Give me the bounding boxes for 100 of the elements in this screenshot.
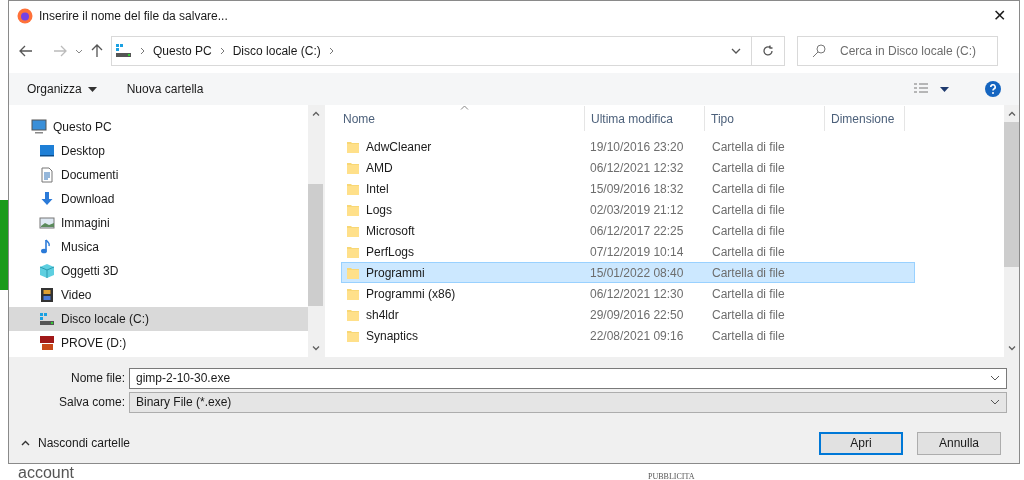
filename-combobox[interactable]: gimp-2-10-30.exe	[129, 367, 1007, 389]
column-header[interactable]: Tipo	[705, 106, 825, 131]
table-cell-text: 02/03/2019 21:12	[589, 201, 685, 219]
open-button[interactable]: Apri	[819, 431, 903, 455]
table-cell-text: Cartella di file	[711, 201, 786, 219]
nav-item[interactable]: Documenti	[9, 163, 308, 187]
scrollbar[interactable]	[308, 105, 323, 357]
browser-logo-icon	[17, 8, 33, 24]
chevron-right-icon	[328, 47, 334, 55]
search-field[interactable]: Cerca in Disco locale (C:)	[797, 36, 998, 66]
scroll-thumb[interactable]	[308, 184, 323, 306]
chevron-right-icon	[140, 47, 145, 55]
help-icon[interactable]	[985, 81, 1001, 97]
file-row[interactable]: Microsoft 06/12/2017 22:25 Cartella di file	[341, 220, 915, 241]
table-cell-text: Cartella di file	[711, 138, 786, 156]
folder-icon	[346, 223, 360, 238]
table-cell-text: Cartella di file	[711, 327, 786, 345]
computer-icon	[31, 119, 47, 135]
column-header[interactable]: Ultima modifica	[585, 106, 705, 131]
nav-item[interactable]: PROVE (D:)	[9, 331, 308, 355]
file-type-dropdown[interactable]: Binary File (*.exe)	[129, 391, 1007, 413]
file-name: Microsoft	[366, 222, 415, 240]
file-name: Programmi (x86)	[366, 285, 456, 303]
table-cell-text: 15/01/2022 08:40	[589, 264, 685, 282]
file-name: AMD	[366, 159, 393, 177]
cancel-button[interactable]: Annulla	[917, 431, 1001, 455]
folder-icon	[346, 286, 360, 301]
column-header[interactable]: Nome	[325, 106, 585, 131]
file-row[interactable]: Programmi 15/01/2022 08:40 Cartella di file	[341, 262, 915, 283]
scroll-thumb[interactable]	[1004, 122, 1019, 267]
close-button[interactable]: ✕	[979, 1, 1019, 31]
nav-item[interactable]: Disco locale (C:)	[9, 307, 308, 331]
film-strip-icon	[39, 287, 55, 303]
back-arrow-icon[interactable]	[19, 45, 33, 57]
field-label: Nome file:	[69, 370, 126, 387]
table-cell-text: 29/09/2016 22:50	[589, 306, 685, 324]
file-name: sh4ldr	[366, 306, 399, 324]
file-row[interactable]: Logs 02/03/2019 21:12 Cartella di file	[341, 199, 915, 220]
table-cell-text: 07/12/2019 10:14	[589, 243, 685, 261]
address-bar[interactable]: Questo PC Disco locale (C:)	[111, 36, 785, 66]
chevron-down-icon[interactable]	[990, 399, 1000, 405]
table-cell-text: Cartella di file	[711, 306, 786, 324]
nav-item[interactable]: Immagini	[9, 211, 308, 235]
field-label: Salva come:	[57, 394, 126, 411]
file-row[interactable]: Synaptics 22/08/2021 09:16 Cartella di file	[341, 325, 915, 346]
file-name: Intel	[366, 180, 389, 198]
table-cell-text: 06/12/2021 12:30	[589, 285, 685, 303]
window-title: Inserire il nome del file da salvare...	[39, 8, 228, 25]
folder-icon	[346, 181, 360, 196]
breadcrumb-link[interactable]: Disco locale (C:)	[232, 42, 321, 60]
caret-down-icon[interactable]	[940, 86, 949, 92]
folder-icon	[346, 328, 360, 343]
chevron-down-icon[interactable]	[990, 375, 1000, 381]
new-folder-button[interactable]: Nuova cartella	[126, 77, 204, 101]
organize-menu-button[interactable]: Organizza	[27, 77, 97, 101]
landscape-picture-icon	[39, 215, 55, 231]
table-cell-text: Cartella di file	[711, 159, 786, 177]
folder-icon	[346, 265, 360, 280]
file-row[interactable]: AMD 06/12/2021 12:32 Cartella di file	[341, 157, 915, 178]
nav-item[interactable]: Questo PC	[9, 115, 308, 139]
nav-item[interactable]: Oggetti 3D	[9, 259, 308, 283]
monitor-icon	[39, 143, 55, 159]
file-row[interactable]: AdwCleaner 19/10/2016 23:20 Cartella di file	[341, 136, 915, 157]
file-name: PerfLogs	[366, 243, 415, 261]
folder-icon	[346, 307, 360, 322]
file-row[interactable]: Intel 15/09/2016 18:32 Cartella di file	[341, 178, 915, 199]
table-cell-text: Cartella di file	[711, 243, 786, 261]
document-icon	[39, 167, 55, 183]
column-header[interactable]: Dimensione	[825, 106, 905, 131]
folder-icon	[346, 244, 360, 259]
caret-down-icon	[87, 86, 97, 92]
cube-icon	[39, 263, 55, 279]
file-type-value: Binary File (*.exe)	[136, 394, 233, 411]
folder-icon	[346, 160, 360, 175]
up-arrow-icon[interactable]	[91, 44, 103, 58]
nav-item[interactable]: Video	[9, 283, 308, 307]
file-name: Logs	[366, 201, 393, 219]
drive-icon	[39, 311, 55, 327]
chevron-down-icon[interactable]	[731, 48, 741, 54]
folder-icon	[346, 139, 360, 154]
table-cell-text: 22/08/2021 09:16	[589, 327, 685, 345]
breadcrumb-link[interactable]: Questo PC	[153, 42, 212, 60]
filename-value: gimp-2-10-30.exe	[136, 370, 232, 387]
nav-item[interactable]: Download	[9, 187, 308, 211]
scrollbar[interactable]	[1004, 105, 1019, 357]
file-row[interactable]: sh4ldr 29/09/2016 22:50 Cartella di file	[341, 304, 915, 325]
download-arrow-icon	[39, 191, 55, 207]
nav-item[interactable]: Desktop	[9, 139, 308, 163]
nav-item[interactable]: Musica	[9, 235, 308, 259]
file-row[interactable]: PerfLogs 07/12/2019 10:14 Cartella di file	[341, 241, 915, 262]
file-row[interactable]: Programmi (x86) 06/12/2021 12:30 Cartella di file	[341, 283, 915, 304]
drive-icon	[116, 44, 132, 58]
chevron-down-icon[interactable]	[75, 48, 83, 54]
hide-folders-button[interactable]: Nascondi cartelle	[21, 431, 131, 455]
table-cell-text: Cartella di file	[711, 264, 786, 282]
background-text: account	[18, 466, 75, 479]
file-name: Programmi	[366, 264, 425, 282]
sort-caret-icon	[460, 105, 469, 110]
table-cell-text: Cartella di file	[711, 285, 786, 303]
table-cell-text: 19/10/2016 23:20	[589, 138, 685, 156]
